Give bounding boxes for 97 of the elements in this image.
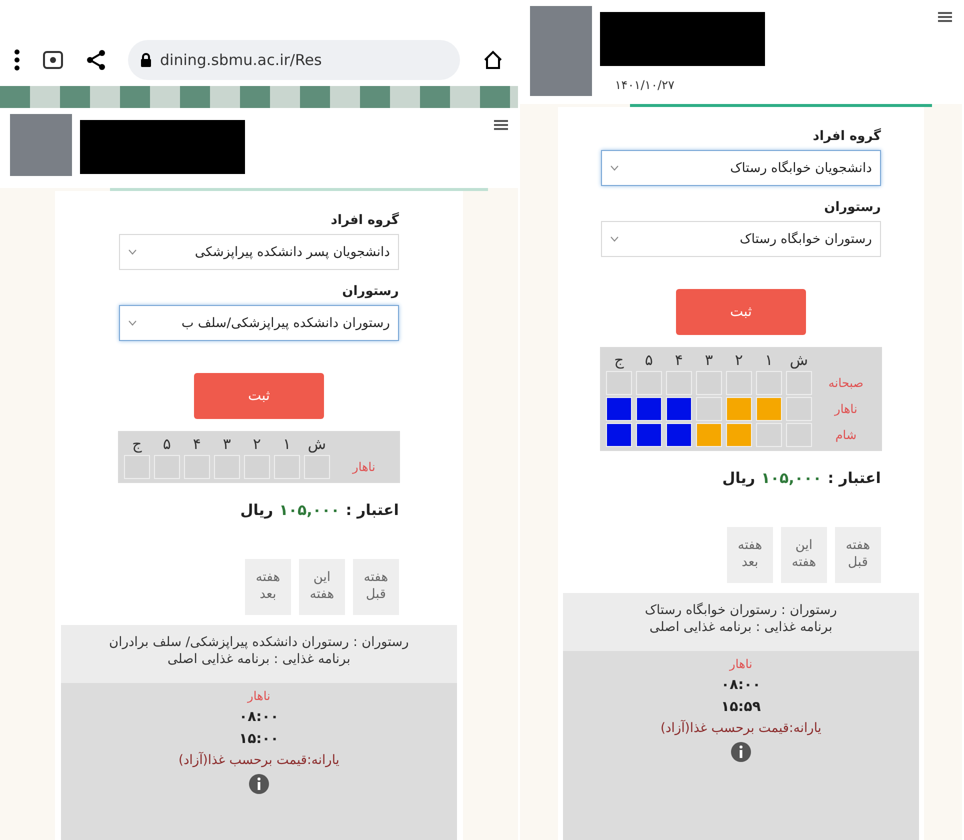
- schedule-cell[interactable]: [636, 397, 662, 421]
- currency-text: ریال: [722, 469, 756, 487]
- week-button[interactable]: هفته بعد: [244, 559, 291, 615]
- dropdown[interactable]: رستوران خوابگاه رستاک: [600, 221, 881, 257]
- info-text: برنامه غذایی : برنامه غذایی اصلی: [168, 652, 350, 667]
- schedule-cell[interactable]: [666, 423, 692, 447]
- dropdown[interactable]: دانشجویان پسر دانشکده پیراپزشکی: [118, 234, 399, 270]
- share-icon[interactable]: [86, 49, 106, 71]
- chevron-icon: [610, 165, 619, 171]
- currency-text: ریال: [240, 501, 274, 519]
- schedule-cell[interactable]: [726, 371, 752, 395]
- schedule-cell[interactable]: [726, 423, 752, 447]
- day-header: ۲: [252, 435, 261, 453]
- week-button[interactable]: هفته قبل: [352, 559, 399, 615]
- week-button[interactable]: این هفته: [298, 559, 345, 615]
- meal-name: صبحانه: [828, 376, 864, 390]
- schedule-cell[interactable]: [666, 371, 692, 395]
- schedule-cell[interactable]: [214, 455, 240, 479]
- meal-label: ناهار: [730, 657, 752, 671]
- info-text: برنامه غذایی : برنامه غذایی اصلی: [650, 620, 832, 635]
- photo-placeholder: [10, 114, 72, 176]
- date-text: ۱۴۰۱/۱۰/۲۷: [614, 78, 674, 92]
- subsidy-text: یارانه:قیمت برحسب غذا(آزاد): [660, 721, 822, 736]
- start-time: ۰۸:۰۰: [721, 677, 761, 693]
- day-header: ۵: [162, 435, 171, 453]
- chevron-icon: [610, 236, 619, 242]
- end-time: ۱۵:۵۹: [721, 699, 761, 715]
- field-label: رستوران: [823, 200, 881, 215]
- info-icon[interactable]: [248, 774, 269, 794]
- schedule-cell[interactable]: [636, 371, 662, 395]
- schedule-cell[interactable]: [696, 397, 722, 421]
- url-text: dining.sbmu.ac.ir/Res: [160, 51, 322, 69]
- start-time: ۰۸:۰۰: [239, 709, 279, 725]
- more-icon[interactable]: [14, 49, 20, 71]
- schedule-cell[interactable]: [244, 455, 270, 479]
- day-header: ۴: [192, 435, 201, 453]
- schedule-cell[interactable]: [184, 455, 210, 479]
- address-bar[interactable]: dining.sbmu.ac.ir/Res: [128, 40, 460, 80]
- day-header: ۲: [734, 351, 743, 369]
- meal-label: ناهار: [248, 689, 270, 703]
- menu-icon[interactable]: [494, 120, 508, 130]
- day-header: ج: [614, 351, 624, 369]
- schedule-cell[interactable]: [154, 455, 180, 479]
- day-header: ۱: [282, 435, 291, 453]
- schedule-cell[interactable]: [696, 371, 722, 395]
- schedule-cell[interactable]: [606, 397, 632, 421]
- schedule-cell[interactable]: [696, 423, 722, 447]
- submit-button[interactable]: ثبت: [194, 373, 324, 419]
- schedule-cell[interactable]: [124, 455, 150, 479]
- info-text: رستوران : رستوران دانشکده پیراپزشکی/ سلف برادران: [109, 635, 409, 650]
- schedule-cell[interactable]: [786, 371, 812, 395]
- field-label: رستوران: [341, 284, 399, 299]
- day-header: ۵: [644, 351, 653, 369]
- subsidy-text: یارانه:قیمت برحسب غذا(آزاد): [178, 753, 340, 768]
- meal-name: شام: [835, 428, 856, 442]
- home-icon[interactable]: [482, 49, 504, 71]
- week-button[interactable]: هفته بعد: [726, 527, 773, 583]
- schedule-cell[interactable]: [304, 455, 330, 479]
- credit-label: اعتبار :: [346, 501, 399, 519]
- tab-icon[interactable]: [42, 50, 64, 70]
- field-label: گروه افراد: [330, 213, 399, 228]
- chevron-icon: [128, 249, 137, 255]
- credit-label: اعتبار :: [828, 469, 881, 487]
- schedule-cell[interactable]: [786, 397, 812, 421]
- week-button[interactable]: هفته قبل: [834, 527, 881, 583]
- schedule-cell[interactable]: [756, 423, 782, 447]
- schedule-cell[interactable]: [636, 423, 662, 447]
- schedule-cell[interactable]: [756, 397, 782, 421]
- dropdown[interactable]: دانشجویان خوابگاه رستاک: [600, 150, 881, 186]
- day-header: ۱: [764, 351, 773, 369]
- credit-amount: ۱۰۵,۰۰۰: [761, 469, 822, 487]
- schedule-cell[interactable]: [606, 371, 632, 395]
- end-time: ۱۵:۰۰: [239, 731, 279, 747]
- schedule-cell[interactable]: [606, 423, 632, 447]
- day-header: ۳: [704, 351, 713, 369]
- info-icon[interactable]: [730, 742, 751, 762]
- schedule-cell[interactable]: [666, 397, 692, 421]
- day-header: ۳: [222, 435, 231, 453]
- day-header: ش: [308, 435, 326, 453]
- meal-name: ناهار: [834, 402, 858, 416]
- schedule-cell[interactable]: [274, 455, 300, 479]
- schedule-cell[interactable]: [756, 371, 782, 395]
- dropdown[interactable]: رستوران دانشکده پیراپزشکی/سلف ب: [118, 305, 399, 341]
- schedule-cell[interactable]: [726, 397, 752, 421]
- menu-icon[interactable]: [938, 12, 952, 22]
- schedule-cell[interactable]: [786, 423, 812, 447]
- lock-icon: [140, 53, 152, 67]
- day-header: ۴: [674, 351, 683, 369]
- credit-amount: ۱۰۵,۰۰۰: [279, 501, 340, 519]
- day-header: ج: [132, 435, 142, 453]
- week-button[interactable]: این هفته: [780, 527, 827, 583]
- info-text: رستوران : رستوران خوابگاه رستاک: [644, 603, 837, 618]
- submit-button[interactable]: ثبت: [676, 289, 806, 335]
- meal-name: ناهار: [352, 460, 376, 474]
- field-label: گروه افراد: [812, 129, 881, 144]
- chevron-icon: [128, 320, 137, 326]
- day-header: ش: [790, 351, 808, 369]
